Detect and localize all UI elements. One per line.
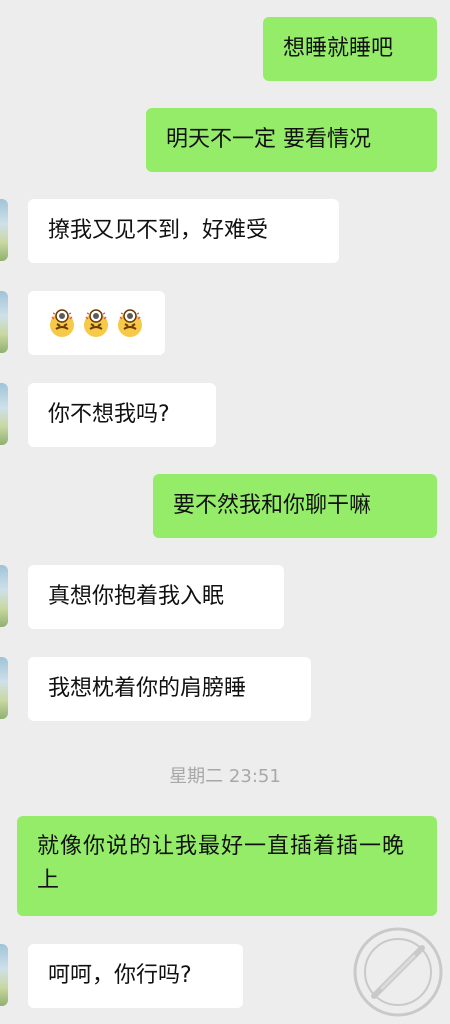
contact-avatar[interactable] [0,291,8,353]
incoming-message[interactable]: 呵呵，你行吗? [28,944,243,1008]
watermark-logo-icon [353,927,443,1017]
contact-avatar[interactable] [0,383,8,445]
emoji-row [46,306,147,340]
outgoing-message[interactable]: 就像你说的让我最好一直插着插一晚上 [17,816,437,916]
incoming-message[interactable]: 真想你抱着我入眠 [28,565,284,629]
incoming-message[interactable]: 我想枕着你的肩膀睡 [28,657,311,721]
incoming-emoji-message[interactable] [28,291,165,355]
facepalm-emoji-icon [84,309,108,337]
message-timestamp: 星期二 23:51 [169,766,281,787]
outgoing-message[interactable]: 要不然我和你聊干嘛 [153,474,437,538]
outgoing-message[interactable]: 明天不一定 要看情况 [146,108,437,172]
outgoing-message[interactable]: 想睡就睡吧 [263,17,437,81]
facepalm-emoji-icon [118,309,142,337]
contact-avatar[interactable] [0,657,8,719]
facepalm-emoji-icon [50,309,74,337]
contact-avatar[interactable] [0,565,8,627]
incoming-message[interactable]: 你不想我吗? [28,383,216,447]
chat-window: 想睡就睡吧 明天不一定 要看情况 撩我又见不到，好难受 你不想我吗? 要不然我和… [0,0,450,1024]
contact-avatar[interactable] [0,199,8,261]
incoming-message[interactable]: 撩我又见不到，好难受 [28,199,339,263]
contact-avatar[interactable] [0,944,8,1006]
